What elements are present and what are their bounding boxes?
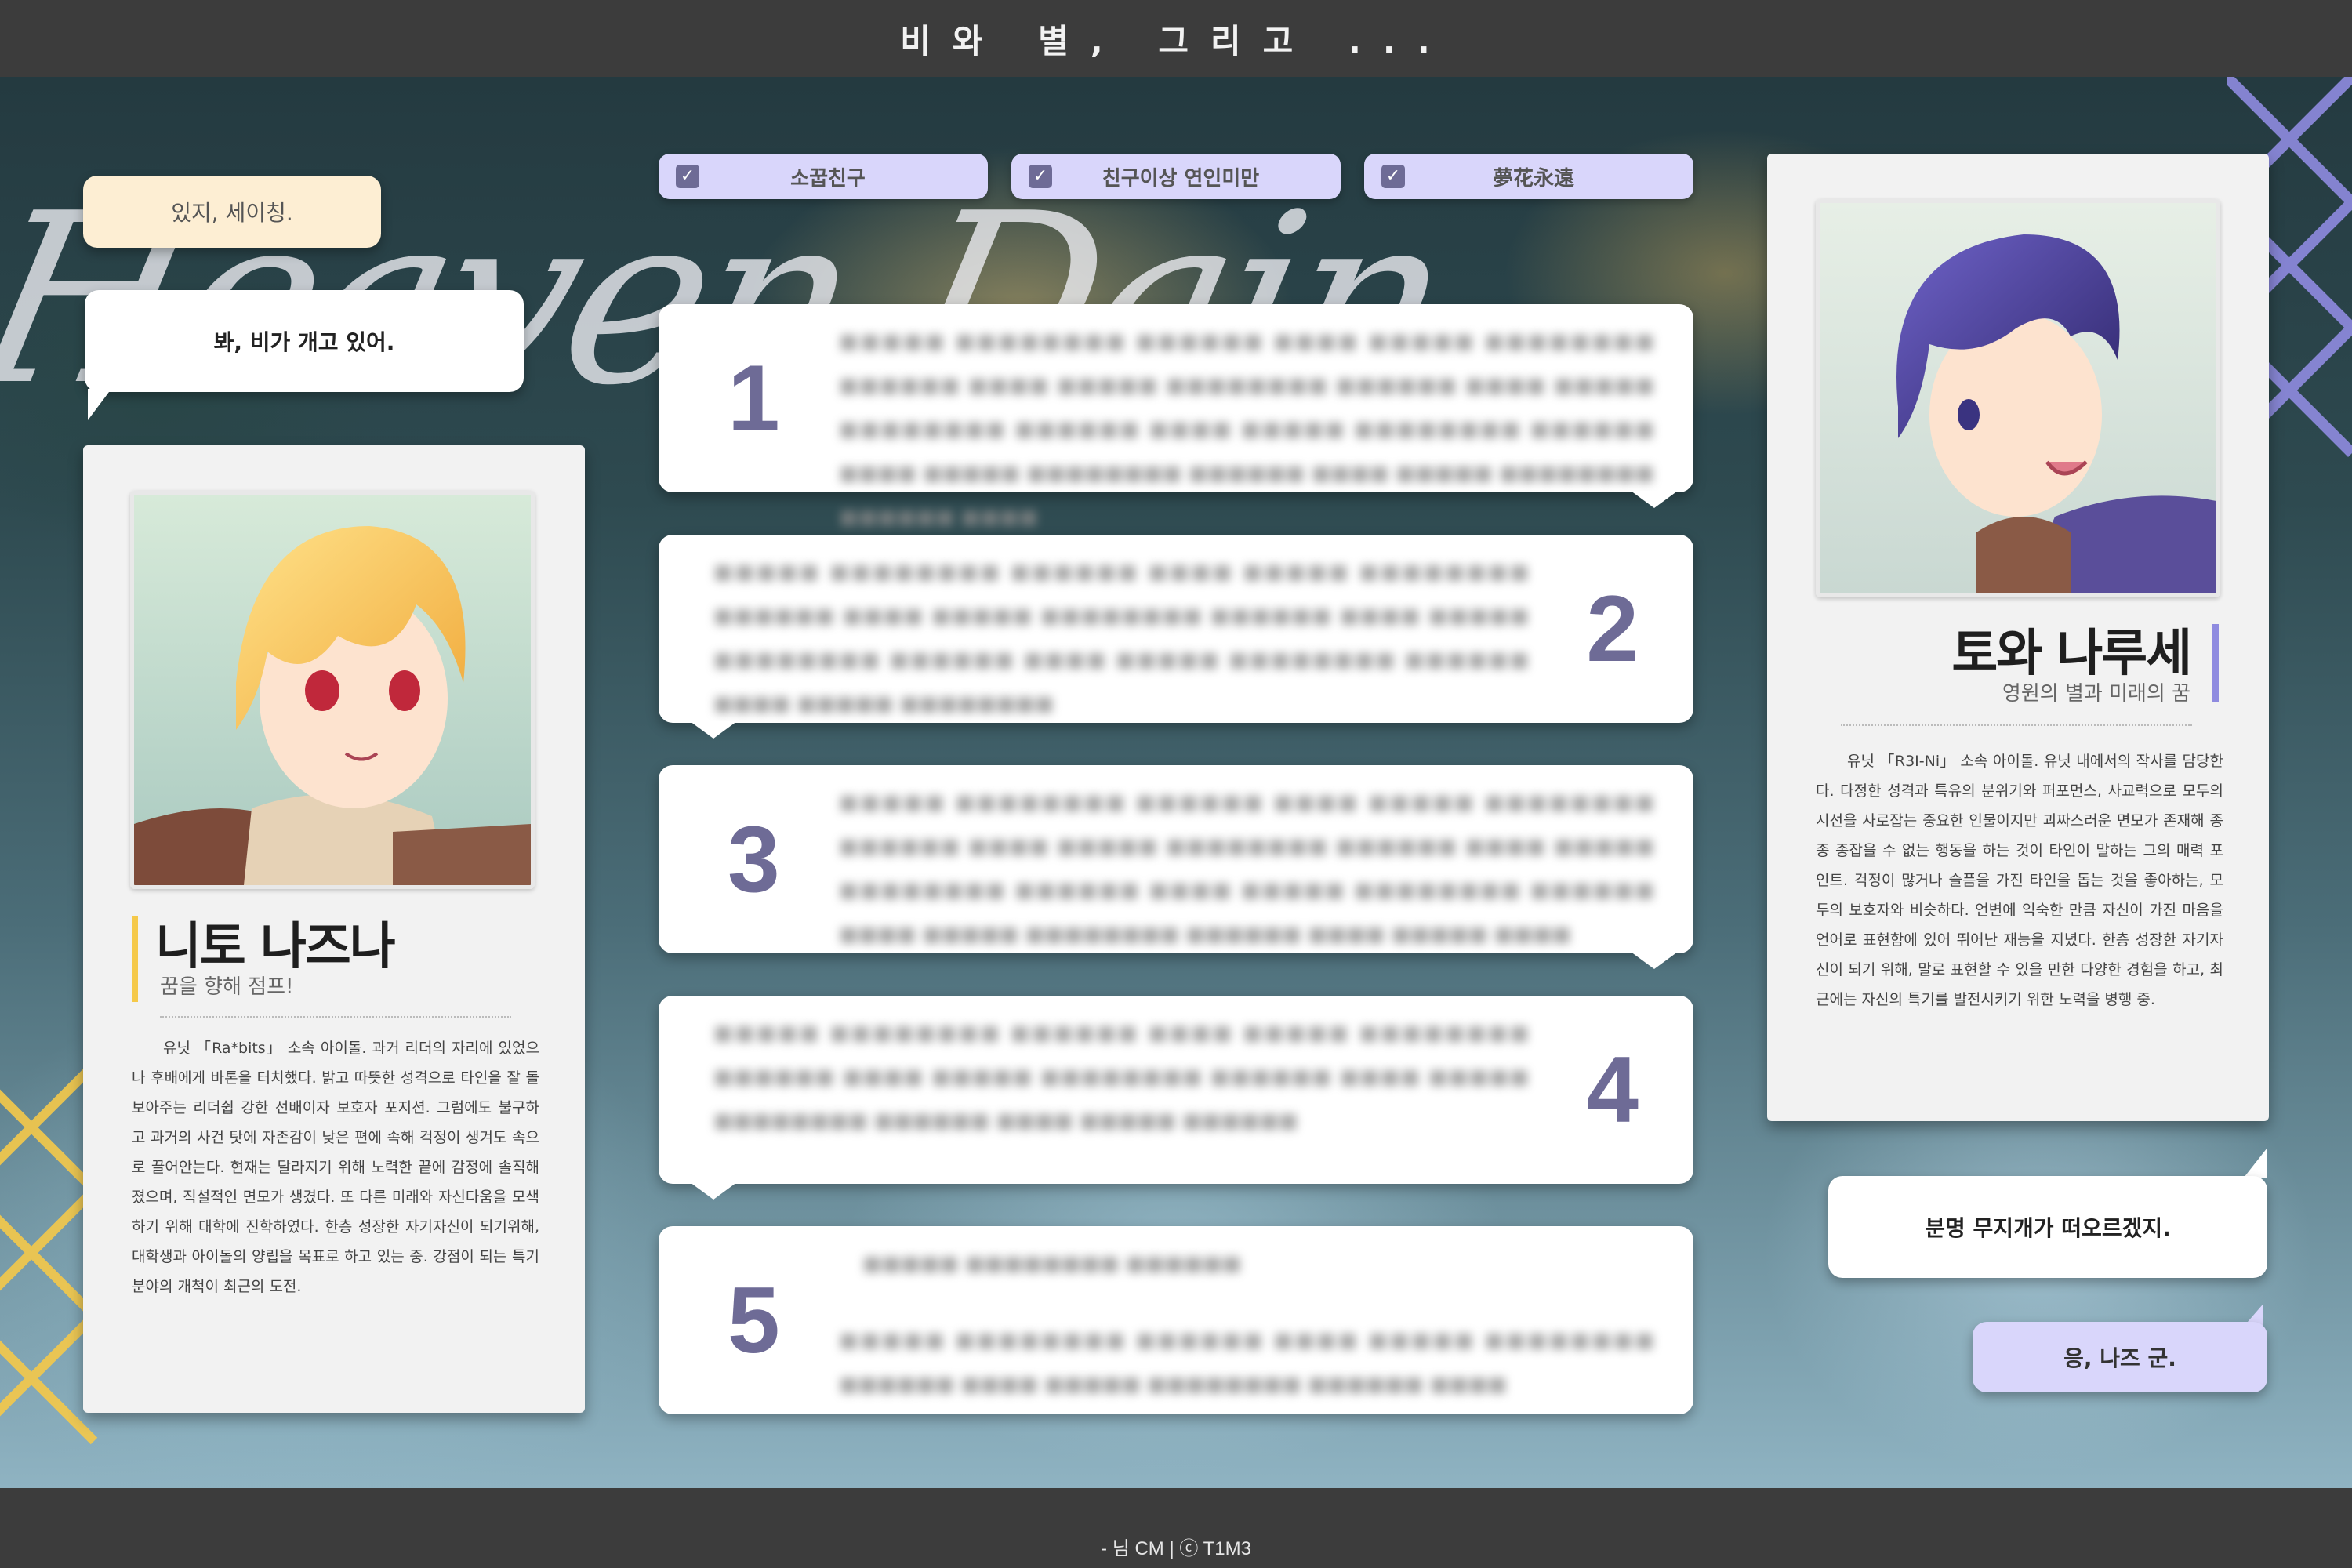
story-panel-2: ■■■■■ ■■■■■■■■ ■■■■■■ ■■■■ ■■■■■ ■■■■■■■… — [659, 535, 1693, 723]
character-portrait-nazuna — [130, 491, 535, 889]
blurred-text: ■■■■■ ■■■■■■■■ ■■■■■■ — [862, 1252, 1242, 1276]
tag-childhood-friend[interactable]: ✓ 소꿉친구 — [659, 154, 988, 199]
story-panel-5: 5 ■■■■■ ■■■■■■■■ ■■■■■■ ■■■■■ ■■■■■■■■ ■… — [659, 1226, 1693, 1414]
divider — [1841, 724, 2192, 726]
speech-bubble-rainbow: 분명 무지개가 떠오르겠지. — [1828, 1176, 2267, 1278]
bottom-bar: - 님 CM | ⓒ T1M3 — [0, 1488, 2352, 1568]
top-bar: 비와 별, 그리고 ... — [0, 0, 2352, 77]
bubble-tail — [690, 721, 737, 739]
portrait-illustration — [134, 495, 531, 885]
credit-text: - 님 CM | ⓒ T1M3 — [1101, 1538, 1251, 1559]
bubble-text: 응, 나즈 군. — [2063, 1345, 2176, 1371]
story-panel-4: ■■■■■ ■■■■■■■■ ■■■■■■ ■■■■ ■■■■■ ■■■■■■■… — [659, 996, 1693, 1184]
character-name: 니토 나즈나 — [155, 918, 396, 976]
tag-label: 夢花永遠 — [1492, 166, 1574, 191]
character-portrait-towa — [1816, 199, 2220, 597]
speech-bubble-hey: 있지, 세이칭. — [83, 176, 381, 248]
bubble-tail — [1631, 491, 1678, 508]
bubble-text: 분명 무지개가 떠오르겠지. — [1925, 1215, 2171, 1241]
tag-label: 소꿉친구 — [790, 166, 866, 191]
name-accent-bar — [2212, 624, 2219, 702]
name-accent-bar — [132, 916, 138, 1002]
bubble-tail — [2244, 1148, 2267, 1178]
speech-bubble-yes-nazu: 응, 나즈 군. — [1973, 1322, 2267, 1392]
character-subtitle: 꿈을 향해 점프! — [160, 975, 294, 999]
character-card-left: 니토 나즈나 꿈을 향해 점프! 유닛 「Ra*bits」 소속 아이돌. 과거… — [83, 445, 585, 1413]
bubble-tail — [690, 1182, 737, 1200]
divider — [160, 1016, 511, 1018]
blurred-text: ■■■■■ ■■■■■■■■ ■■■■■■ ■■■■ ■■■■■ ■■■■■■■… — [839, 791, 1654, 946]
panel-number: 2 — [1586, 576, 1639, 681]
bubble-text: 봐, 비가 개고 있어. — [213, 329, 395, 355]
blurred-text: ■■■■■ ■■■■■■■■ ■■■■■■ ■■■■ ■■■■■ ■■■■■■■… — [839, 330, 1654, 529]
tag-eternal-dream[interactable]: ✓ 夢花永遠 — [1364, 154, 1693, 199]
speech-bubble-rain-clearing: 봐, 비가 개고 있어. — [85, 290, 524, 392]
character-card-right: 토와 나루세 영원의 별과 미래의 꿈 유닛 「R3I-Ni」 소속 아이돌. … — [1767, 154, 2269, 1121]
page-title: 비와 별, 그리고 ... — [900, 21, 1452, 60]
character-description: 유닛 「R3I-Ni」 소속 아이돌. 유닛 내에서의 작사를 담당한다. 다정… — [1816, 753, 2223, 1008]
panel-number: 1 — [728, 346, 780, 451]
blurred-text: ■■■■■ ■■■■■■■■ ■■■■■■ ■■■■ ■■■■■ ■■■■■■■… — [713, 561, 1529, 716]
bubble-tail — [88, 389, 111, 420]
panel-number: 3 — [728, 807, 780, 912]
portrait-illustration — [1820, 203, 2216, 593]
tag-label: 친구이상 연인미만 — [1102, 166, 1260, 191]
character-name: 토와 나루세 — [1951, 625, 2192, 683]
character-description: 유닛 「Ra*bits」 소속 아이돌. 과거 리더의 자리에 있었으나 후배에… — [132, 1040, 539, 1295]
bubble-text: 있지, 세이칭. — [171, 200, 293, 226]
checkbox-icon[interactable]: ✓ — [1029, 165, 1052, 188]
character-subtitle: 영원의 별과 미래의 꿈 — [2002, 682, 2190, 706]
bubble-tail — [1631, 952, 1678, 969]
blurred-text: ■■■■■ ■■■■■■■■ ■■■■■■ ■■■■ ■■■■■ ■■■■■■■… — [713, 1022, 1529, 1133]
checkbox-icon[interactable]: ✓ — [1381, 165, 1405, 188]
tag-more-than-friends[interactable]: ✓ 친구이상 연인미만 — [1011, 154, 1341, 199]
panel-number: 5 — [728, 1268, 780, 1373]
story-panel-3: 3 ■■■■■ ■■■■■■■■ ■■■■■■ ■■■■ ■■■■■ ■■■■■… — [659, 765, 1693, 953]
panel-number: 4 — [1586, 1037, 1639, 1142]
blurred-text: ■■■■■ ■■■■■■■■ ■■■■■■ ■■■■ ■■■■■ ■■■■■■■… — [839, 1329, 1654, 1396]
story-panel-1: 1 ■■■■■ ■■■■■■■■ ■■■■■■ ■■■■ ■■■■■ ■■■■■… — [659, 304, 1693, 529]
checkbox-icon[interactable]: ✓ — [676, 165, 699, 188]
